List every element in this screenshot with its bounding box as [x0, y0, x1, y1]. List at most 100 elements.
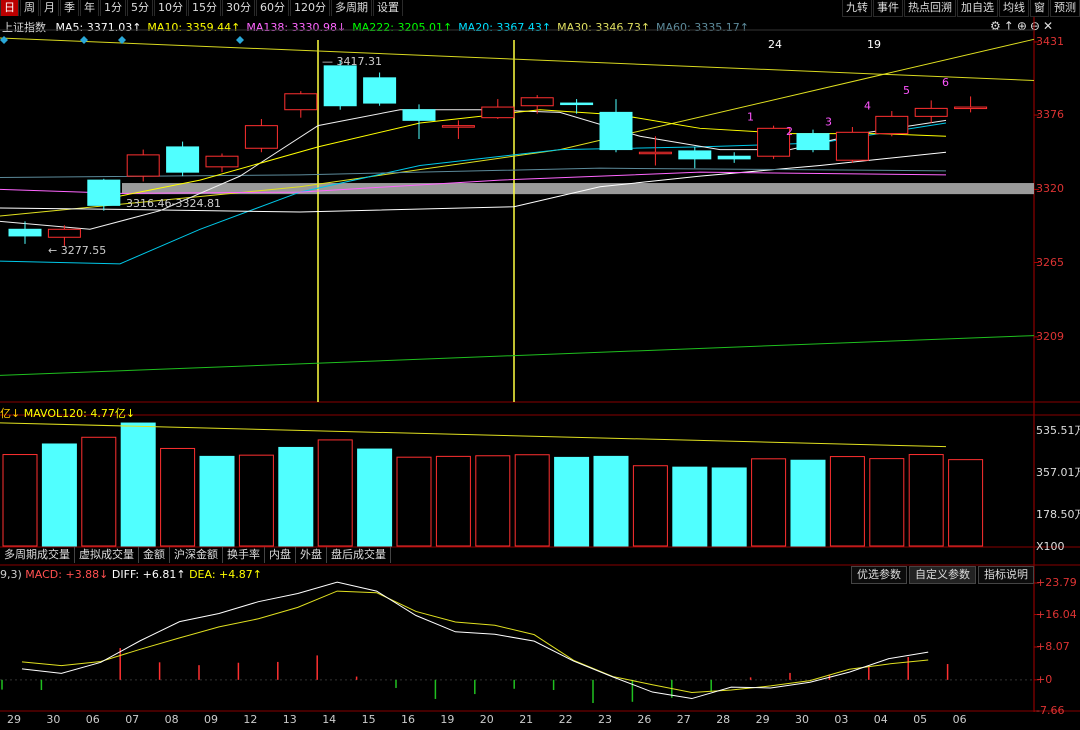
volume-bar-13 [514, 454, 550, 547]
volume-tick-3: X100 [1036, 540, 1065, 553]
date-label-0: 29 [7, 713, 21, 726]
event-marker-0 [0, 36, 8, 44]
date-label-23: 05 [913, 713, 928, 726]
macd-button-2[interactable]: 指标说明 [978, 566, 1034, 584]
date-label-24: 06 [952, 713, 967, 726]
macd-indicator-bar: 9,3) MACD: +3.88↓ DIFF: +6.81↑ DEA: +4.8… [0, 568, 262, 581]
volume-bar-18 [711, 467, 747, 547]
volume-tabs: 多周期成交量 虚拟成交量 金额 沪深金额 换手率 内盘 外盘 盘后成交量 [0, 547, 391, 564]
volume-bar-11 [435, 455, 471, 547]
volume-tab-4[interactable]: 换手率 [223, 547, 265, 563]
dea-value: DEA: +4.87↑ [189, 568, 262, 581]
candle-23 [914, 107, 948, 117]
ma222-line [0, 335, 1035, 376]
high-label: — 3417.31 [322, 55, 382, 68]
date-label-12: 20 [479, 713, 494, 726]
mavol-text: MAVOL120: 4.77亿↓ [23, 407, 136, 420]
candle-0 [8, 228, 42, 237]
date-label-10: 16 [401, 713, 415, 726]
volume-bar-16 [632, 465, 668, 547]
nine-turn-4: 5 [903, 84, 910, 97]
date-label-3: 07 [125, 713, 140, 726]
volume-bar-22 [869, 458, 905, 547]
date-label-7: 13 [282, 713, 297, 726]
diff-value: DIFF: +6.81↑ [111, 568, 186, 581]
date-label-11: 19 [440, 713, 455, 726]
date-label-5: 09 [204, 713, 218, 726]
volume-bar-9 [357, 448, 393, 547]
candle-19 [757, 127, 791, 157]
volume-tab-3[interactable]: 沪深金额 [170, 547, 223, 563]
macd-tick-2: +8.07 [1036, 639, 1070, 653]
nine-turn-1: 2 [786, 125, 793, 138]
date-label-9: 15 [361, 713, 376, 726]
candle-7 [284, 93, 318, 111]
volume-bar-3 [120, 422, 156, 547]
date-label-8: 14 [322, 713, 337, 726]
volume-tab-5[interactable]: 内盘 [265, 547, 296, 563]
volume-bar-2 [81, 436, 117, 547]
date-label-22: 04 [873, 713, 888, 726]
macd-tick-0: +23.79 [1036, 576, 1077, 589]
candle-9 [363, 77, 397, 104]
volume-prefix: 亿↓ [0, 407, 21, 420]
volume-bar-7 [278, 446, 314, 547]
candle-3 [126, 154, 160, 177]
candle-16 [638, 151, 672, 155]
volume-bar-8 [317, 439, 353, 547]
volume-bar-1 [41, 443, 77, 547]
volume-bar-21 [829, 456, 865, 547]
date-label-19: 29 [755, 713, 770, 726]
volume-tab-7[interactable]: 盘后成交量 [327, 547, 391, 563]
candle-6 [244, 125, 278, 149]
date-label-1: 30 [46, 713, 61, 726]
volume-indicator-bar: 亿↓ MAVOL120: 4.77亿↓ [0, 405, 135, 421]
date-label-2: 06 [85, 713, 100, 726]
volume-bar-6 [238, 454, 274, 547]
candle-1 [47, 228, 81, 238]
candle-24 [954, 106, 988, 110]
date-label-13: 21 [519, 713, 534, 726]
candle-11 [441, 125, 475, 128]
candle-14 [560, 102, 594, 106]
volume-bar-0 [2, 454, 38, 547]
candle-17 [678, 150, 712, 160]
date-label-4: 08 [164, 713, 179, 726]
candle-10 [402, 109, 436, 121]
count-19: 19 [867, 38, 881, 51]
nine-turn-3: 4 [864, 100, 871, 113]
kline-chart[interactable]: — 3417.31← 3277.553316.46-3324.8124 19123… [0, 0, 1080, 730]
volume-tick-1: 357.01万 [1036, 466, 1080, 479]
candle-5 [205, 155, 239, 168]
volume-bar-24 [948, 459, 984, 547]
volume-bar-10 [396, 456, 432, 547]
volume-tab-6[interactable]: 外盘 [296, 547, 327, 563]
nine-turn-5: 6 [942, 76, 949, 89]
volume-tick-2: 178.50万 [1036, 508, 1080, 521]
event-marker-1 [80, 36, 88, 44]
volume-bar-19 [751, 458, 787, 547]
date-label-14: 22 [558, 713, 573, 726]
macd-buttons: 优选参数 自定义参数 指标说明 [849, 566, 1034, 584]
volume-bar-23 [908, 454, 944, 547]
date-label-20: 30 [795, 713, 809, 726]
volume-tab-2[interactable]: 金额 [139, 547, 170, 563]
macd-tick-3: +0 [1036, 672, 1053, 686]
candle-20 [796, 133, 830, 151]
date-label-21: 03 [834, 713, 849, 726]
event-marker-3 [236, 36, 244, 44]
volume-bar-17 [672, 466, 708, 547]
candle-18 [717, 155, 751, 160]
volume-bar-12 [475, 455, 511, 547]
volume-tab-0[interactable]: 多周期成交量 [0, 547, 75, 563]
macd-button-0[interactable]: 优选参数 [851, 566, 907, 584]
macd-tick-4: -7.66 [1036, 704, 1065, 717]
candle-15 [599, 111, 633, 151]
nine-turn-2: 3 [825, 116, 832, 129]
low-label: ← 3277.55 [48, 244, 106, 257]
macd-value: MACD: +3.88↓ [25, 568, 109, 581]
volume-bar-5 [199, 455, 235, 547]
volume-tab-1[interactable]: 虚拟成交量 [75, 547, 139, 563]
macd-button-1[interactable]: 自定义参数 [909, 566, 976, 584]
volume-bar-20 [790, 459, 826, 547]
